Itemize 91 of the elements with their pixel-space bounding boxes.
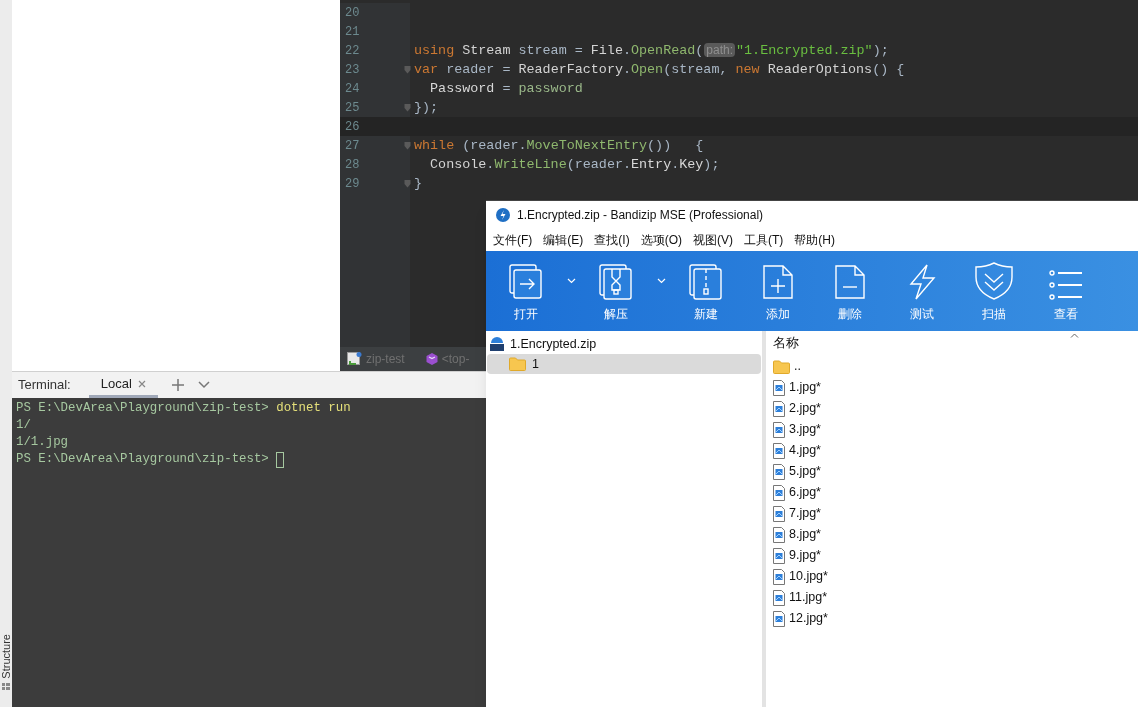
terminal-line: PS E:\DevArea\Playground\zip-test> [16, 451, 270, 469]
file-row[interactable]: 10.jpg* [773, 566, 1138, 587]
app-logo-icon [496, 208, 510, 222]
image-file-icon [773, 379, 785, 396]
menu-item[interactable]: 工具(T) [744, 231, 784, 249]
fold-icon[interactable] [404, 179, 411, 188]
code-line: }); [414, 99, 439, 117]
line-number: 25 [345, 99, 360, 117]
cube-icon [424, 352, 439, 366]
image-file-icon [773, 484, 785, 501]
image-file-icon [773, 547, 785, 564]
toolbar-button[interactable]: 新建 [670, 251, 742, 331]
image-file-icon [773, 421, 785, 438]
image-file-icon [773, 463, 785, 480]
image-file-icon [773, 400, 785, 417]
dropdown-caret-icon[interactable] [566, 278, 576, 284]
structure-icon[interactable] [2, 683, 10, 691]
code-line: Console.WriteLine(reader.Entry.Key); [429, 156, 720, 174]
fold-icon[interactable] [404, 65, 411, 74]
file-row[interactable]: 6.jpg* [773, 482, 1138, 503]
fold-icon[interactable] [404, 141, 411, 150]
file-row[interactable]: 4.jpg* [773, 440, 1138, 461]
menu-item[interactable]: 文件(F) [493, 231, 533, 249]
line-number: 24 [345, 80, 360, 98]
code-line: while (reader.MoveToNextEntry()) { [414, 137, 704, 155]
plus-icon[interactable] [171, 379, 184, 391]
csharp-project-icon [347, 351, 363, 367]
tree-item[interactable]: 1 [487, 354, 761, 374]
dropdown-caret-icon[interactable] [656, 278, 666, 284]
toolbar-button[interactable]: 扫描 [958, 251, 1030, 331]
line-number: 20 [345, 4, 360, 22]
line-number: 26 [345, 118, 360, 136]
toolbar-button[interactable]: 测试 [886, 251, 958, 331]
line-number: 23 [345, 61, 360, 79]
zipper-file-icon [599, 264, 633, 300]
window-title: 1.Encrypted.zip - Bandizip MSE (Professional) [517, 207, 764, 224]
line-number: 21 [345, 23, 360, 41]
code-line: var reader = ReaderFactory.Open(stream, new ReaderOptions() { [414, 61, 905, 79]
close-icon[interactable] [137, 379, 146, 388]
file-row[interactable]: 11.jpg* [773, 587, 1138, 608]
toolbar-button[interactable]: 添加 [742, 251, 814, 331]
toolbar-button[interactable]: 删除 [814, 251, 886, 331]
image-file-icon [773, 568, 785, 585]
column-header[interactable]: 名称 [773, 334, 799, 353]
sort-caret-icon[interactable] [1070, 333, 1079, 338]
menu-item[interactable]: 编辑(E) [543, 231, 584, 249]
chevron-down-icon[interactable] [197, 381, 210, 389]
file-row[interactable]: 9.jpg* [773, 545, 1138, 566]
menu-item[interactable]: 选项(O) [640, 231, 682, 249]
zip-archive-icon [489, 336, 505, 352]
terminal-line: 1/1.jpg [16, 434, 69, 452]
folder-icon [509, 357, 526, 371]
tree-item[interactable]: 1.Encrypted.zip [510, 334, 597, 354]
image-file-icon [773, 526, 785, 543]
file-row[interactable]: 1.jpg* [773, 377, 1138, 398]
code-line: Password = password [429, 80, 583, 98]
list-view-icon [1049, 270, 1083, 300]
terminal-label: Terminal: [18, 376, 71, 395]
add-file-icon [762, 264, 794, 300]
image-file-icon [773, 442, 785, 459]
image-file-icon [773, 505, 785, 522]
file-row[interactable]: 12.jpg* [773, 608, 1138, 629]
file-row[interactable]: 2.jpg* [773, 398, 1138, 419]
toolbar-button[interactable]: 解压 [580, 251, 652, 331]
line-number: 22 [345, 42, 360, 60]
menu-item[interactable]: 帮助(H) [794, 231, 835, 249]
file-row[interactable]: .. [773, 356, 1138, 377]
terminal-line: PS E:\DevArea\Playground\zip-test> dotnet run [16, 400, 351, 418]
fold-icon[interactable] [404, 103, 411, 112]
toolbar-button[interactable]: 查看 [1030, 251, 1102, 331]
shield-icon [974, 262, 1014, 300]
file-row[interactable]: 5.jpg* [773, 461, 1138, 482]
zipper-file-icon [689, 264, 723, 300]
line-number: 28 [345, 156, 360, 174]
image-file-icon [773, 589, 785, 606]
folder-icon [773, 359, 790, 374]
file-row[interactable]: 3.jpg* [773, 419, 1138, 440]
line-number: 27 [345, 137, 360, 155]
image-file-icon [773, 610, 785, 627]
toolbar-button[interactable]: 打开 [490, 251, 562, 331]
structure-tab[interactable]: Structure [0, 634, 12, 679]
lightning-icon [907, 264, 937, 300]
file-row[interactable]: 8.jpg* [773, 524, 1138, 545]
menu-item[interactable]: 查找(I) [594, 231, 630, 249]
remove-file-icon [834, 264, 866, 300]
line-number: 29 [345, 175, 360, 193]
menu-item[interactable]: 视图(V) [693, 231, 733, 249]
open-file-icon [509, 264, 543, 300]
file-row[interactable]: 7.jpg* [773, 503, 1138, 524]
terminal-line: 1/ [16, 417, 31, 435]
code-line: } [414, 175, 423, 193]
